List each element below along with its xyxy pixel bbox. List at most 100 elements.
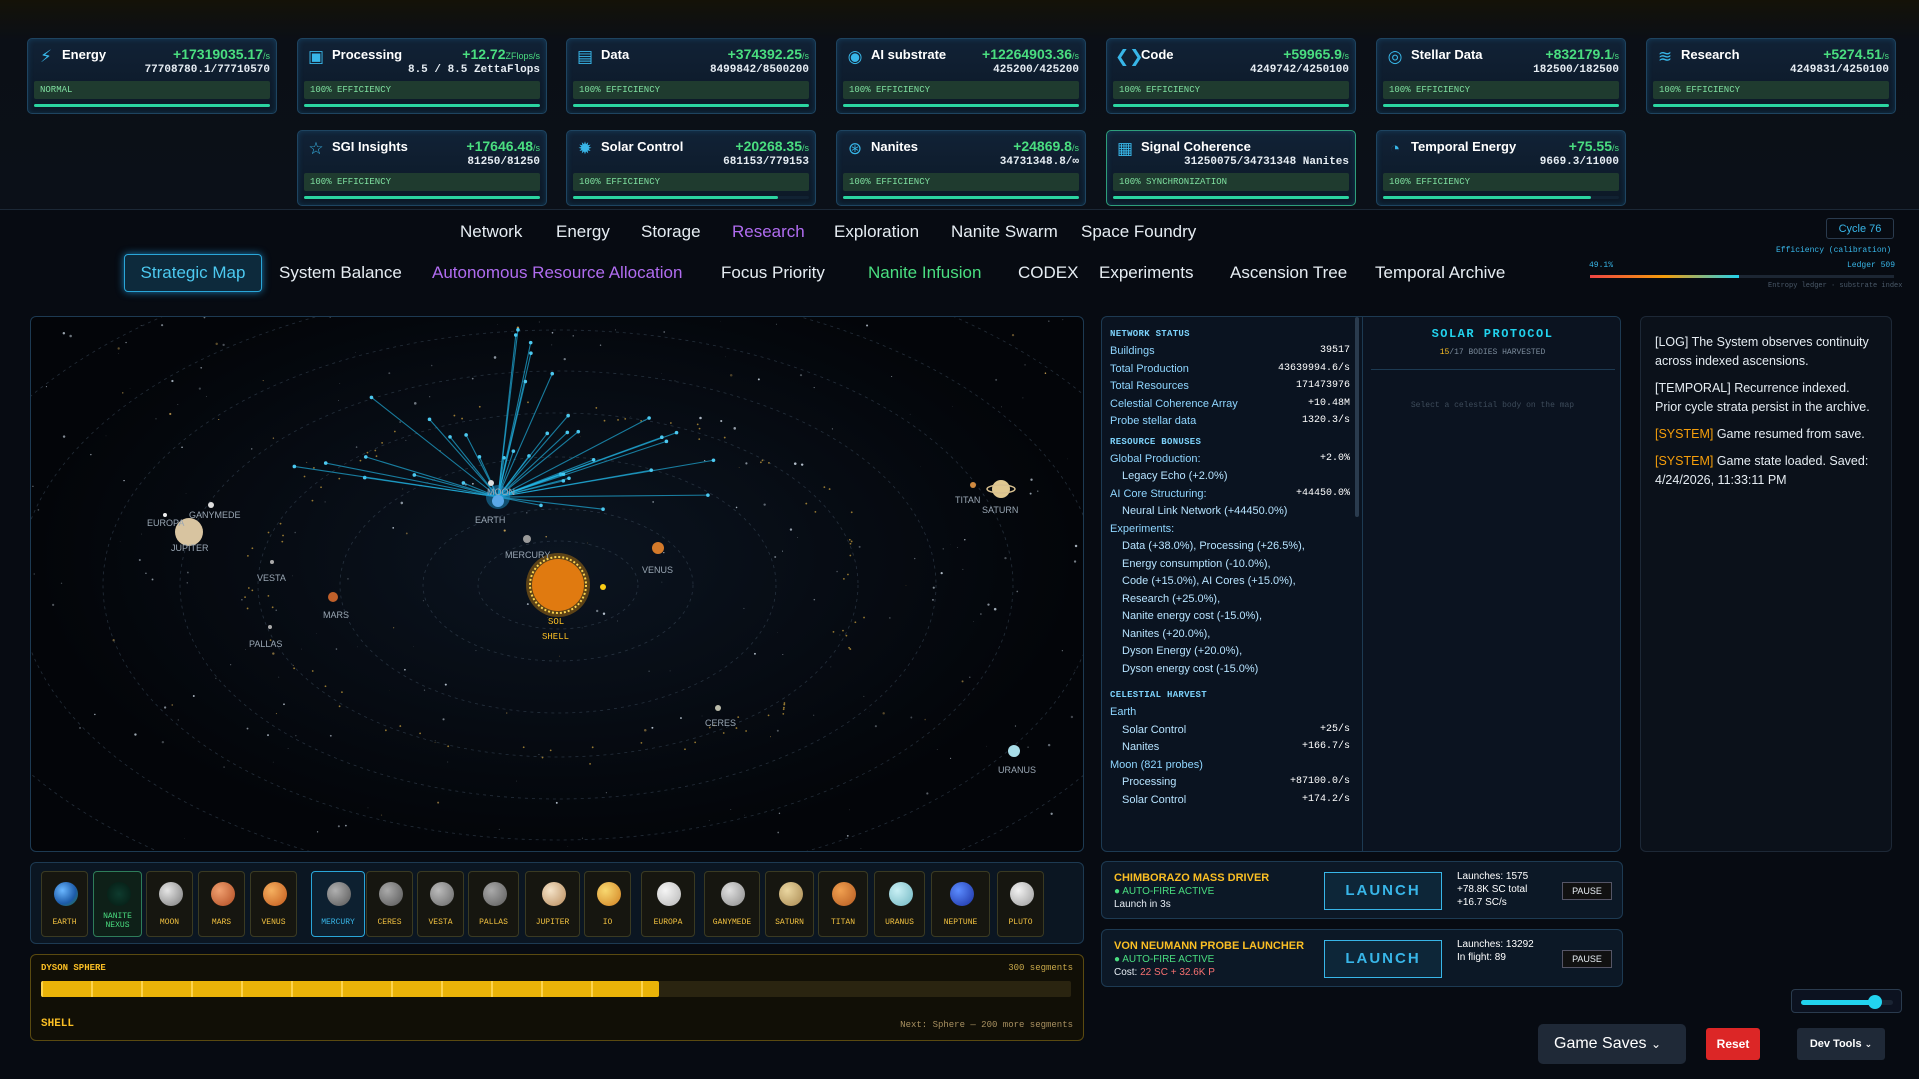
probe [363, 455, 368, 459]
saturn-planet[interactable] [992, 480, 1010, 498]
body-pluto[interactable]: PLUTO [997, 871, 1044, 937]
body-titan[interactable]: TITAN [818, 871, 868, 937]
nav-network[interactable]: Network [460, 222, 522, 242]
asteroid [324, 685, 327, 688]
nav-exploration[interactable]: Exploration [834, 222, 919, 242]
body-mars[interactable]: MARS [198, 871, 245, 937]
bonus-row: Experiments: [1110, 522, 1175, 535]
resource-rate: +12.72ZFlops/s [462, 46, 540, 62]
volume-slider-knob[interactable] [1867, 995, 1882, 1009]
resource-bar [1113, 104, 1349, 107]
star [45, 386, 47, 388]
star [839, 634, 841, 636]
resource-card-code[interactable]: ❮❯ Code +59965.9/s 4249742/4250100 100% … [1106, 38, 1356, 114]
tab-codex[interactable]: CODEX [1018, 263, 1078, 283]
tab-nanite-infusion[interactable]: Nanite Infusion [868, 263, 981, 283]
probe [427, 417, 432, 422]
dev-tools-button[interactable]: Dev Tools ⌄ [1797, 1028, 1885, 1060]
star [993, 607, 997, 611]
resource-bar-fill [34, 104, 270, 107]
harvest-row: Earth [1110, 706, 1137, 718]
body-mercury[interactable]: MERCURY [311, 871, 365, 937]
planet-icon [327, 882, 351, 906]
pause-button[interactable]: PAUSE [1562, 950, 1612, 968]
strategic-map[interactable]: EARTH MOON MERCURY VENUS MARS JUPITER EUROPA GA… [30, 316, 1084, 852]
resource-card-sgi-insights[interactable]: ☆ SGI Insights +17646.48/s 81250/81250 1… [297, 130, 547, 206]
ceres-planet[interactable] [715, 705, 721, 711]
launcher-info: Cost: 22 SC + 32.6K P [1114, 967, 1215, 978]
venus-planet[interactable] [652, 542, 664, 554]
body-europa[interactable]: EUROPA [641, 871, 695, 937]
tab-experiments[interactable]: Experiments [1099, 263, 1193, 283]
body-uranus[interactable]: URANUS [874, 871, 925, 937]
ganymede-planet[interactable] [208, 502, 214, 508]
nav-nanite-swarm[interactable]: Nanite Swarm [951, 222, 1058, 242]
body-moon[interactable]: MOON [146, 871, 193, 937]
mars-planet[interactable] [328, 592, 338, 602]
asteroid [848, 538, 851, 541]
reset-button[interactable]: Reset [1706, 1028, 1760, 1060]
europa-planet[interactable] [163, 513, 167, 517]
launch-button[interactable]: LAUNCH [1324, 940, 1442, 978]
nav-space-foundry[interactable]: Space Foundry [1081, 222, 1196, 242]
tab-temporal-archive[interactable]: Temporal Archive [1375, 263, 1505, 283]
titan-planet[interactable] [970, 482, 976, 488]
uranus-planet[interactable] [1008, 745, 1020, 757]
tab-focus-priority[interactable]: Focus Priority [721, 263, 825, 283]
resource-card-data[interactable]: ▤ Data +374392.25/s 8499842/8500200 100%… [566, 38, 816, 114]
launch-button[interactable]: LAUNCH [1324, 872, 1442, 910]
nav-research[interactable]: Research [732, 222, 805, 242]
star [782, 654, 784, 655]
star [123, 479, 125, 482]
body-ganymede[interactable]: GANYMEDE [704, 871, 760, 937]
resource-card-research[interactable]: ≋ Research +5274.51/s 4249831/4250100 10… [1646, 38, 1896, 114]
body-pallas[interactable]: PALLAS [468, 871, 519, 937]
sun[interactable] [532, 559, 584, 611]
star [987, 603, 990, 606]
mercury-planet[interactable] [523, 535, 531, 543]
resource-card-nanites[interactable]: ⊛ Nanites +24869.8/s 34731348.8/∞ 100% E… [836, 130, 1086, 206]
star [643, 728, 647, 732]
body-venus[interactable]: VENUS [250, 871, 297, 937]
sun-icon: ✹ [577, 139, 593, 158]
star [551, 331, 554, 334]
star [617, 620, 618, 622]
body-vesta[interactable]: VESTA [417, 871, 464, 937]
vesta-planet[interactable] [270, 560, 274, 564]
body-earth[interactable]: EARTH [41, 871, 88, 937]
body-nanite-nexus[interactable]: NANITE NEXUS [93, 871, 142, 937]
star [272, 761, 274, 763]
tab-system-balance[interactable]: System Balance [279, 263, 402, 283]
resource-card-temporal-energy[interactable]: ◔ Temporal Energy +75.55/s 9669.3/11000 … [1376, 130, 1626, 206]
nav-storage[interactable]: Storage [641, 222, 701, 242]
tab-strategic-map[interactable]: Strategic Map [124, 254, 262, 292]
moon-planet[interactable] [488, 480, 494, 486]
resource-card-stellar-data[interactable]: ◎ Stellar Data +832179.1/s 182500/182500… [1376, 38, 1626, 114]
star [985, 745, 987, 747]
resource-card-signal-coherence[interactable]: ▦ Signal Coherence 31250075/34731348 Nan… [1106, 130, 1356, 206]
resource-card-energy[interactable]: ⚡ Energy +17319035.17/s 77708780.1/77710… [27, 38, 277, 114]
solar-system-svg[interactable] [31, 317, 1084, 852]
star [936, 749, 938, 750]
nav-energy[interactable]: Energy [556, 222, 610, 242]
star [447, 761, 449, 763]
resource-card-ai-substrate[interactable]: ◉ AI substrate +12264903.36/s 425200/425… [836, 38, 1086, 114]
tab-ascension-tree[interactable]: Ascension Tree [1230, 263, 1347, 283]
body-jupiter[interactable]: JUPITER [525, 871, 580, 937]
map-label-mercury: MERCURY [505, 550, 551, 560]
resource-card-solar-control[interactable]: ✹ Solar Control +20268.35/s 681153/77915… [566, 130, 816, 206]
bonus-row: Global Production: +2.0% [1110, 452, 1350, 465]
planet-icon [596, 882, 621, 906]
network-scrollbar[interactable] [1355, 317, 1359, 517]
body-ceres[interactable]: CERES [366, 871, 413, 937]
resource-card-processing[interactable]: ▣ Processing +12.72ZFlops/s 8.5 / 8.5 Ze… [297, 38, 547, 114]
body-saturn[interactable]: SATURN [765, 871, 814, 937]
game-saves-button[interactable]: Game Saves ⌄ [1538, 1024, 1686, 1064]
tab-autonomous-resource-allocation[interactable]: Autonomous Resource Allocation [432, 263, 682, 283]
body-neptune[interactable]: NEPTUNE [931, 871, 990, 937]
star [720, 419, 723, 423]
body-io[interactable]: IO [584, 871, 631, 937]
pallas-planet[interactable] [268, 625, 272, 629]
stat-row: Total Resources 171473976 [1110, 380, 1350, 392]
pause-button[interactable]: PAUSE [1562, 882, 1612, 900]
